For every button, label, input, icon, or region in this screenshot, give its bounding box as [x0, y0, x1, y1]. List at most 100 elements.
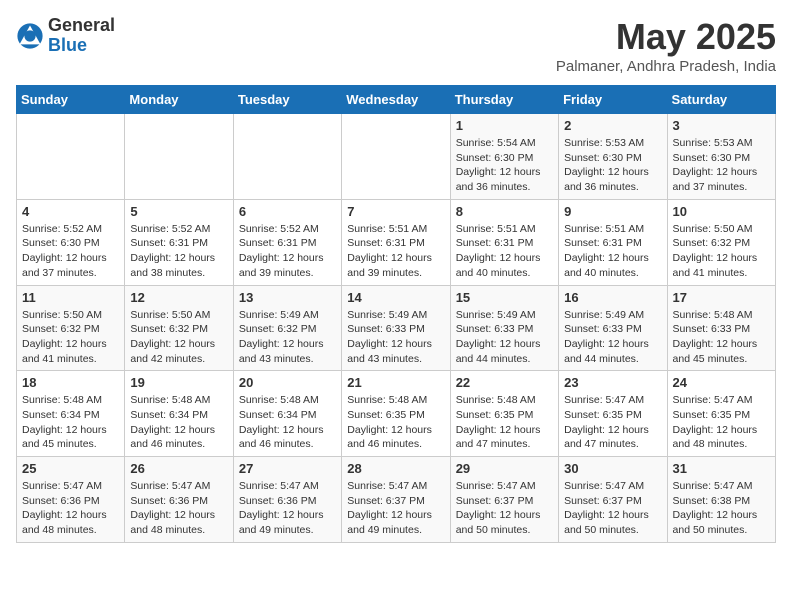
day-number: 21: [347, 375, 444, 390]
day-cell: 8 Sunrise: 5:51 AM Sunset: 6:31 PM Daylig…: [450, 199, 558, 285]
day-number: 8: [456, 204, 553, 219]
day-number: 12: [130, 290, 227, 305]
title-block: May 2025 Palmaner, Andhra Pradesh, India: [556, 16, 776, 75]
day-cell: 23 Sunrise: 5:47 AM Sunset: 6:35 PM Dayli…: [559, 371, 667, 457]
day-info: Sunrise: 5:47 AM Sunset: 6:36 PM Dayligh…: [22, 479, 119, 538]
day-info: Sunrise: 5:48 AM Sunset: 6:34 PM Dayligh…: [22, 393, 119, 452]
day-cell: 30 Sunrise: 5:47 AM Sunset: 6:37 PM Dayli…: [559, 457, 667, 543]
day-number: 16: [564, 290, 661, 305]
day-cell: 16 Sunrise: 5:49 AM Sunset: 6:33 PM Dayli…: [559, 285, 667, 371]
day-info: Sunrise: 5:53 AM Sunset: 6:30 PM Dayligh…: [564, 136, 661, 195]
day-info: Sunrise: 5:48 AM Sunset: 6:35 PM Dayligh…: [456, 393, 553, 452]
day-cell: 28 Sunrise: 5:47 AM Sunset: 6:37 PM Dayli…: [342, 457, 450, 543]
day-info: Sunrise: 5:47 AM Sunset: 6:37 PM Dayligh…: [564, 479, 661, 538]
day-number: 2: [564, 118, 661, 133]
day-info: Sunrise: 5:48 AM Sunset: 6:35 PM Dayligh…: [347, 393, 444, 452]
day-number: 19: [130, 375, 227, 390]
day-number: 10: [673, 204, 770, 219]
day-number: 5: [130, 204, 227, 219]
day-cell: 4Sunrise: 5:52 AM Sunset: 6:30 PM Daylig…: [17, 199, 125, 285]
week-row-3: 11 Sunrise: 5:50 AM Sunset: 6:32 PM Dayli…: [17, 285, 776, 371]
day-number: 18: [22, 375, 119, 390]
day-info: Sunrise: 5:52 AM Sunset: 6:31 PM Dayligh…: [239, 222, 336, 281]
day-info: Sunrise: 5:49 AM Sunset: 6:33 PM Dayligh…: [456, 308, 553, 367]
day-info: Sunrise: 5:49 AM Sunset: 6:33 PM Dayligh…: [564, 308, 661, 367]
day-number: 26: [130, 461, 227, 476]
day-cell: [17, 114, 125, 200]
day-cell: [233, 114, 341, 200]
day-cell: 3 Sunrise: 5:53 AM Sunset: 6:30 PM Daylig…: [667, 114, 775, 200]
day-info: Sunrise: 5:50 AM Sunset: 6:32 PM Dayligh…: [673, 222, 770, 281]
day-info: Sunrise: 5:49 AM Sunset: 6:32 PM Dayligh…: [239, 308, 336, 367]
day-cell: 1Sunrise: 5:54 AM Sunset: 6:30 PM Daylig…: [450, 114, 558, 200]
day-cell: [125, 114, 233, 200]
day-cell: 12Sunrise: 5:50 AM Sunset: 6:32 PM Dayli…: [125, 285, 233, 371]
day-cell: 2 Sunrise: 5:53 AM Sunset: 6:30 PM Daylig…: [559, 114, 667, 200]
day-info: Sunrise: 5:47 AM Sunset: 6:38 PM Dayligh…: [673, 479, 770, 538]
day-cell: 15 Sunrise: 5:49 AM Sunset: 6:33 PM Dayli…: [450, 285, 558, 371]
day-info: Sunrise: 5:47 AM Sunset: 6:35 PM Dayligh…: [564, 393, 661, 452]
day-cell: 31 Sunrise: 5:47 AM Sunset: 6:38 PM Dayli…: [667, 457, 775, 543]
day-info: Sunrise: 5:47 AM Sunset: 6:37 PM Dayligh…: [456, 479, 553, 538]
day-cell: 14Sunrise: 5:49 AM Sunset: 6:33 PM Dayli…: [342, 285, 450, 371]
calendar-table: SundayMondayTuesdayWednesdayThursdayFrid…: [16, 85, 776, 543]
day-cell: 11 Sunrise: 5:50 AM Sunset: 6:32 PM Dayli…: [17, 285, 125, 371]
day-number: 3: [673, 118, 770, 133]
week-row-2: 4Sunrise: 5:52 AM Sunset: 6:30 PM Daylig…: [17, 199, 776, 285]
location: Palmaner, Andhra Pradesh, India: [556, 58, 776, 75]
day-cell: [342, 114, 450, 200]
day-number: 30: [564, 461, 661, 476]
day-info: Sunrise: 5:49 AM Sunset: 6:33 PM Dayligh…: [347, 308, 444, 367]
day-number: 20: [239, 375, 336, 390]
header-row: SundayMondayTuesdayWednesdayThursdayFrid…: [17, 86, 776, 114]
day-cell: 27Sunrise: 5:47 AM Sunset: 6:36 PM Dayli…: [233, 457, 341, 543]
day-cell: 22 Sunrise: 5:48 AM Sunset: 6:35 PM Dayli…: [450, 371, 558, 457]
day-number: 13: [239, 290, 336, 305]
day-cell: 10 Sunrise: 5:50 AM Sunset: 6:32 PM Dayli…: [667, 199, 775, 285]
day-info: Sunrise: 5:52 AM Sunset: 6:30 PM Dayligh…: [22, 222, 119, 281]
day-number: 6: [239, 204, 336, 219]
week-row-4: 18 Sunrise: 5:48 AM Sunset: 6:34 PM Dayli…: [17, 371, 776, 457]
day-number: 28: [347, 461, 444, 476]
day-cell: 6 Sunrise: 5:52 AM Sunset: 6:31 PM Daylig…: [233, 199, 341, 285]
day-number: 24: [673, 375, 770, 390]
day-number: 7: [347, 204, 444, 219]
day-info: Sunrise: 5:51 AM Sunset: 6:31 PM Dayligh…: [347, 222, 444, 281]
day-cell: 19Sunrise: 5:48 AM Sunset: 6:34 PM Dayli…: [125, 371, 233, 457]
day-number: 31: [673, 461, 770, 476]
day-cell: 5 Sunrise: 5:52 AM Sunset: 6:31 PM Daylig…: [125, 199, 233, 285]
day-cell: 26 Sunrise: 5:47 AM Sunset: 6:36 PM Dayli…: [125, 457, 233, 543]
day-number: 22: [456, 375, 553, 390]
day-cell: 9Sunrise: 5:51 AM Sunset: 6:31 PM Daylig…: [559, 199, 667, 285]
week-row-1: 1Sunrise: 5:54 AM Sunset: 6:30 PM Daylig…: [17, 114, 776, 200]
day-number: 1: [456, 118, 553, 133]
day-number: 11: [22, 290, 119, 305]
day-cell: 24 Sunrise: 5:47 AM Sunset: 6:35 PM Dayli…: [667, 371, 775, 457]
day-info: Sunrise: 5:47 AM Sunset: 6:36 PM Dayligh…: [130, 479, 227, 538]
day-info: Sunrise: 5:48 AM Sunset: 6:34 PM Dayligh…: [239, 393, 336, 452]
day-cell: 21 Sunrise: 5:48 AM Sunset: 6:35 PM Dayli…: [342, 371, 450, 457]
day-number: 27: [239, 461, 336, 476]
day-info: Sunrise: 5:50 AM Sunset: 6:32 PM Dayligh…: [22, 308, 119, 367]
header-monday: Monday: [125, 86, 233, 114]
header-friday: Friday: [559, 86, 667, 114]
day-info: Sunrise: 5:47 AM Sunset: 6:35 PM Dayligh…: [673, 393, 770, 452]
day-info: Sunrise: 5:47 AM Sunset: 6:37 PM Dayligh…: [347, 479, 444, 538]
day-cell: 29Sunrise: 5:47 AM Sunset: 6:37 PM Dayli…: [450, 457, 558, 543]
day-number: 23: [564, 375, 661, 390]
header-wednesday: Wednesday: [342, 86, 450, 114]
header-tuesday: Tuesday: [233, 86, 341, 114]
day-info: Sunrise: 5:51 AM Sunset: 6:31 PM Dayligh…: [456, 222, 553, 281]
header-saturday: Saturday: [667, 86, 775, 114]
day-cell: 13 Sunrise: 5:49 AM Sunset: 6:32 PM Dayli…: [233, 285, 341, 371]
logo-general: General: [48, 16, 115, 36]
day-info: Sunrise: 5:53 AM Sunset: 6:30 PM Dayligh…: [673, 136, 770, 195]
day-cell: 17Sunrise: 5:48 AM Sunset: 6:33 PM Dayli…: [667, 285, 775, 371]
day-info: Sunrise: 5:52 AM Sunset: 6:31 PM Dayligh…: [130, 222, 227, 281]
day-info: Sunrise: 5:51 AM Sunset: 6:31 PM Dayligh…: [564, 222, 661, 281]
day-cell: 25Sunrise: 5:47 AM Sunset: 6:36 PM Dayli…: [17, 457, 125, 543]
day-cell: 7 Sunrise: 5:51 AM Sunset: 6:31 PM Daylig…: [342, 199, 450, 285]
logo-icon: [16, 22, 44, 50]
day-number: 15: [456, 290, 553, 305]
month-title: May 2025: [556, 16, 776, 58]
